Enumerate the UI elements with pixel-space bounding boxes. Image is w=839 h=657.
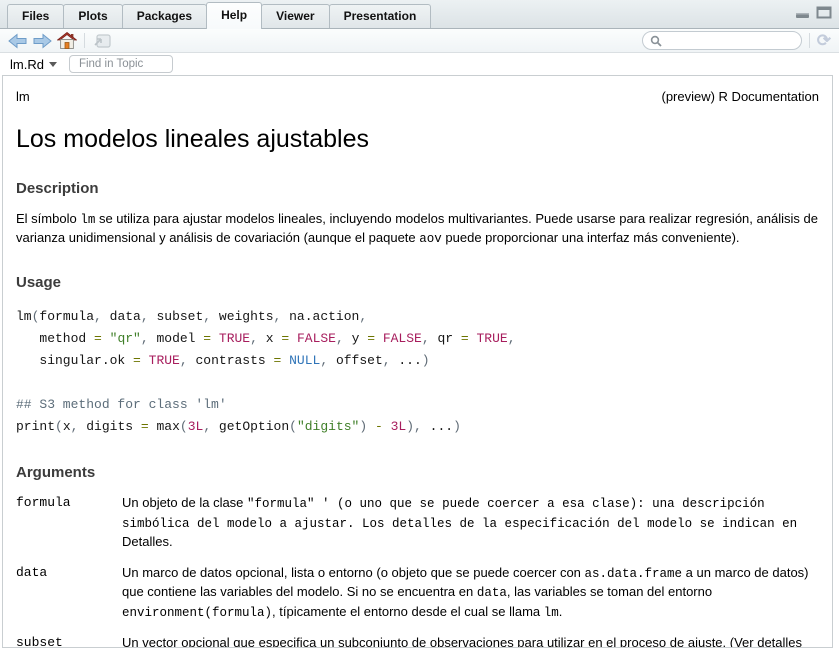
forward-icon[interactable] (32, 32, 52, 50)
minimize-icon[interactable] (795, 6, 810, 19)
text-run: , las variables se toman del entorno (507, 584, 712, 599)
topic-label: lm.Rd (10, 57, 44, 72)
find-in-topic-input[interactable] (69, 55, 173, 73)
text-run: Un marco de datos opcional, lista o ento… (122, 565, 585, 580)
inline-code: as.data.frame (585, 567, 683, 581)
toolbar-separator (84, 33, 85, 48)
refresh-icon[interactable]: ⟳ (817, 32, 831, 49)
code-line: lm(formula, data, subset, weights, na.ac… (16, 306, 819, 328)
argument-description: Un vector opcional que especifica un sub… (122, 634, 819, 648)
code-line: print(x, digits = max(3L, getOption("dig… (16, 416, 819, 438)
argument-row: dataUn marco de datos opcional, lista o … (16, 564, 819, 635)
argument-row: formulaUn objeto de la clase "formula" '… (16, 494, 819, 564)
help-search-box (642, 31, 802, 50)
text-run: puede proporcionar una interfaz más conv… (442, 230, 740, 245)
pane-tab-bar: FilesPlotsPackagesHelpViewerPresentation (0, 0, 839, 29)
help-toolbar: ⟳ (0, 29, 839, 53)
arguments-table: formulaUn objeto de la clase "formula" '… (16, 494, 819, 648)
tab-plots[interactable]: Plots (63, 4, 122, 28)
doc-header: lm (preview) R Documentation (16, 89, 819, 104)
toolbar-separator (809, 33, 810, 48)
tab-strip: FilesPlotsPackagesHelpViewerPresentation (7, 0, 430, 28)
home-icon[interactable] (57, 32, 77, 50)
argument-name: formula (16, 494, 122, 564)
open-in-new-window-icon[interactable] (92, 32, 112, 50)
help-search-input[interactable] (666, 35, 794, 47)
code-line: method = "qr", model = TRUE, x = FALSE, … (16, 328, 819, 350)
chevron-down-icon (49, 62, 57, 67)
tab-files[interactable]: Files (7, 4, 64, 28)
argument-row: subsetUn vector opcional que especifica … (16, 634, 819, 648)
window-controls (795, 6, 832, 19)
text-run: . (559, 604, 563, 619)
argument-name: subset (16, 634, 122, 648)
tab-presentation[interactable]: Presentation (329, 4, 432, 28)
argument-name: data (16, 564, 122, 635)
arguments-heading: Arguments (16, 464, 819, 481)
back-icon[interactable] (7, 32, 27, 50)
topic-bar: lm.Rd (0, 53, 839, 75)
code-line (16, 372, 819, 394)
text-run: Un vector opcional que especifica un sub… (122, 635, 802, 648)
topic-selector[interactable]: lm.Rd (10, 57, 57, 72)
doc-topic-name: lm (16, 89, 30, 104)
code-line: ## S3 method for class 'lm' (16, 394, 819, 416)
argument-description: Un objeto de la clase "formula" ' (o uno… (122, 494, 819, 564)
argument-description: Un marco de datos opcional, lista o ento… (122, 564, 819, 635)
text-run: Un objeto de la clase (122, 495, 247, 510)
search-icon (650, 35, 662, 47)
inline-code: data (477, 586, 507, 600)
inline-code: lm (80, 213, 95, 227)
code-line: singular.ok = TRUE, contrasts = NULL, of… (16, 350, 819, 372)
inline-code: lm (544, 606, 559, 620)
doc-source-label: (preview) R Documentation (661, 89, 819, 104)
inline-code: environment(formula) (122, 606, 272, 620)
maximize-icon[interactable] (816, 6, 832, 19)
inline-code: aov (419, 232, 442, 246)
description-heading: Description (16, 180, 819, 197)
usage-heading: Usage (16, 274, 819, 291)
text-run: Detalles. (122, 534, 173, 549)
text-run: El símbolo (16, 211, 80, 226)
help-content: lm (preview) R Documentation Los modelos… (2, 75, 833, 648)
description-paragraph: El símbolo lm se utiliza para ajustar mo… (16, 210, 819, 248)
page-title: Los modelos lineales ajustables (16, 125, 819, 154)
tab-viewer[interactable]: Viewer (261, 4, 329, 28)
tab-packages[interactable]: Packages (122, 4, 207, 28)
usage-code-block: lm(formula, data, subset, weights, na.ac… (16, 306, 819, 438)
tab-help[interactable]: Help (206, 2, 262, 29)
text-run: , típicamente el entorno desde el cual s… (272, 604, 544, 619)
